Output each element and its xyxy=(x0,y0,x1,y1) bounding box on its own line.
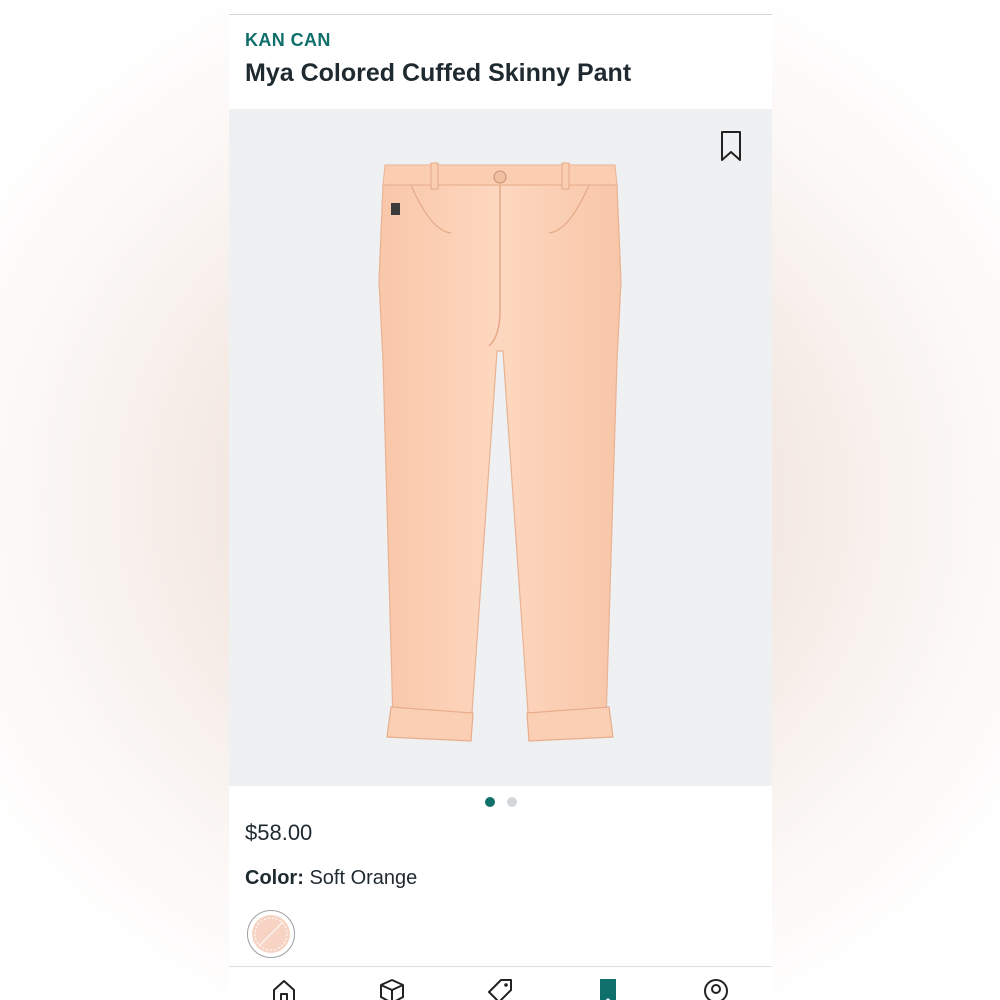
tag-icon xyxy=(488,979,512,1000)
top-divider xyxy=(229,14,772,15)
box-icon xyxy=(380,979,404,1000)
color-label: Color: xyxy=(245,867,304,889)
carousel-pagination xyxy=(229,797,772,809)
product-detail-screen: KAN CAN Mya Colored Cuffed Skinny Pant $… xyxy=(229,0,772,1000)
product-title: Mya Colored Cuffed Skinny Pant xyxy=(245,59,632,87)
product-image xyxy=(378,162,622,742)
nav-saved[interactable] xyxy=(593,976,623,1000)
nav-box[interactable] xyxy=(377,976,407,1000)
product-image-carousel[interactable] xyxy=(229,109,772,786)
carousel-dot-2[interactable] xyxy=(506,797,517,807)
bookmark-filled-icon xyxy=(600,979,616,1000)
bottom-navigation xyxy=(229,967,772,1000)
nav-shop[interactable] xyxy=(485,976,515,1000)
swatch-fill xyxy=(252,915,290,953)
profile-icon xyxy=(704,979,728,1000)
nav-home[interactable] xyxy=(269,976,299,1000)
bookmark-outline-icon xyxy=(721,131,741,161)
product-price: $58.00 xyxy=(245,820,313,845)
brand-name[interactable]: KAN CAN xyxy=(245,30,331,51)
home-icon xyxy=(273,980,295,1000)
color-info: Color: Soft Orange xyxy=(245,867,417,890)
nav-profile[interactable] xyxy=(701,976,731,1000)
carousel-dot-1[interactable] xyxy=(484,797,495,807)
save-bookmark-button[interactable] xyxy=(716,129,746,163)
color-swatch-soft-orange[interactable] xyxy=(247,910,295,958)
color-value: Soft Orange xyxy=(309,867,418,889)
